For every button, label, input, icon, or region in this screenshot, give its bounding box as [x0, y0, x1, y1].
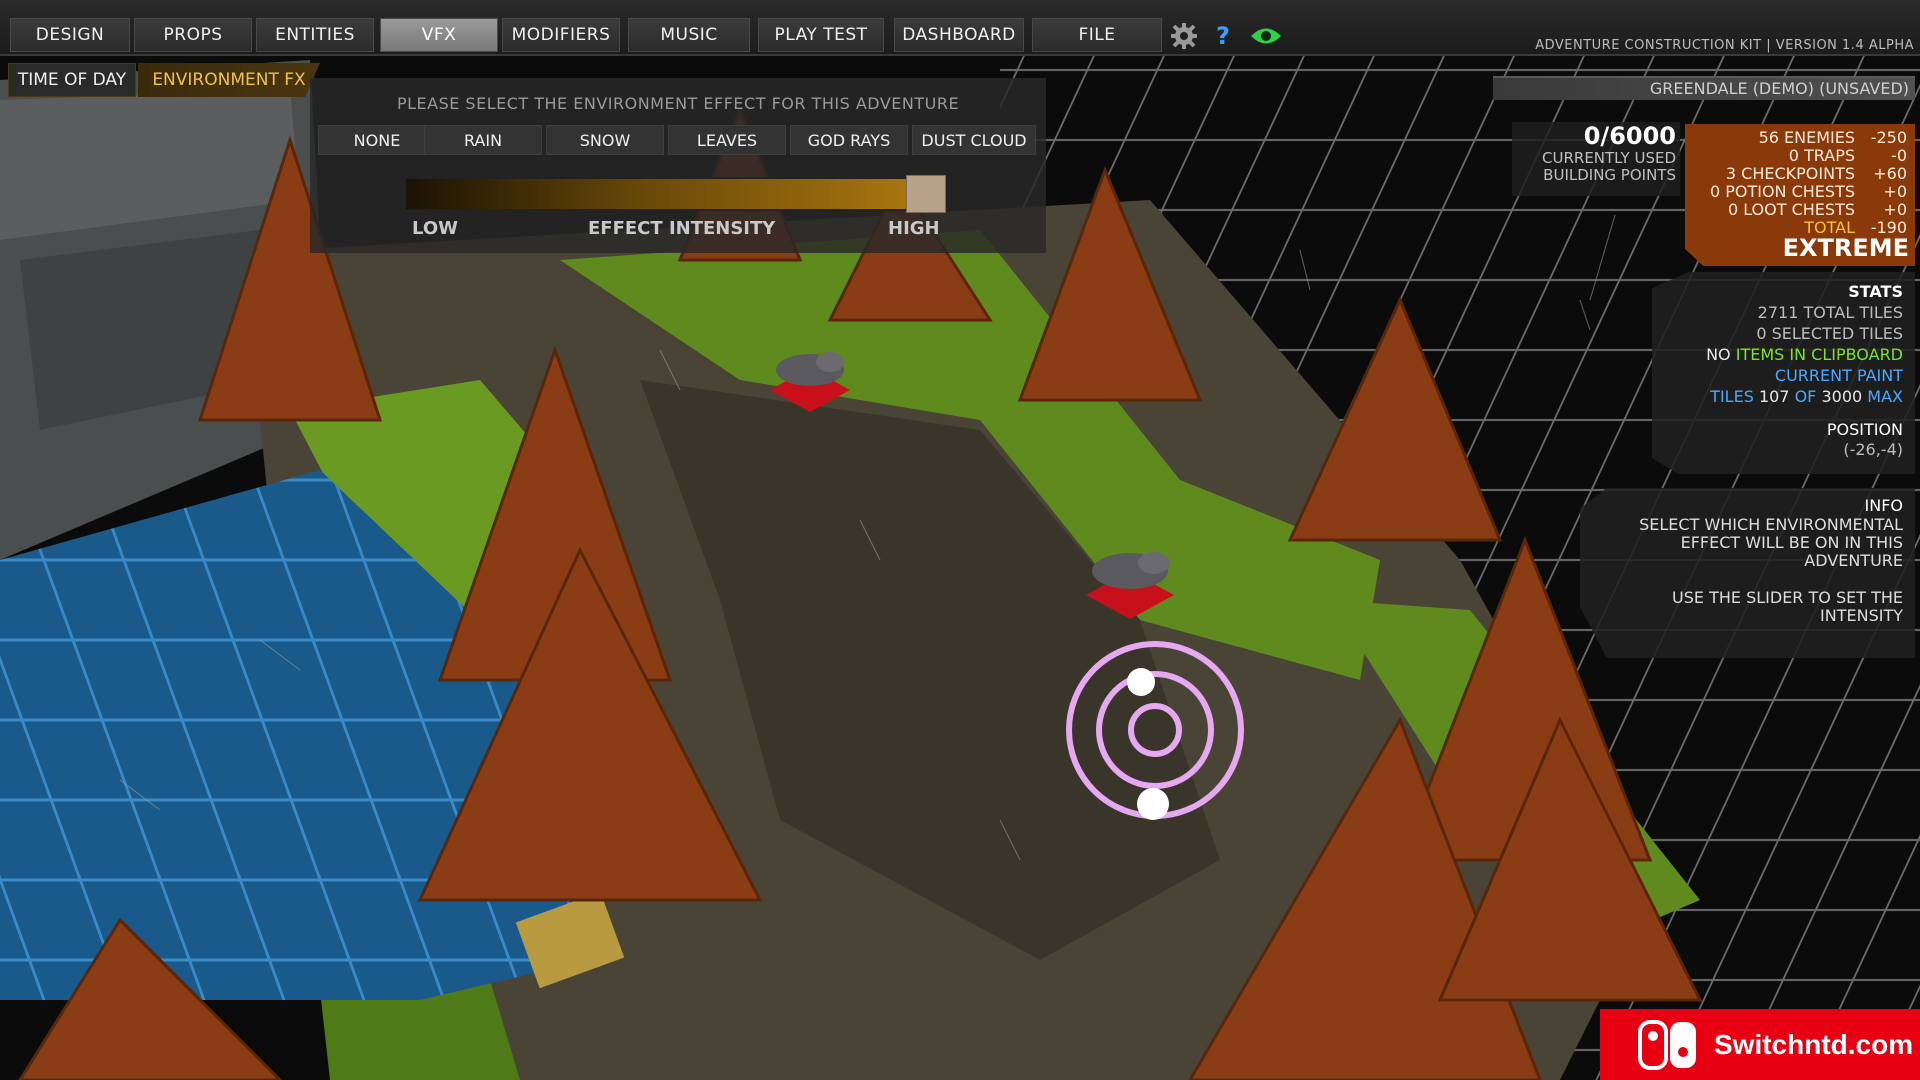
difficulty-panel: 56 ENEMIES -250 0 TRAPS -0 3 CHECKPOINTS +6…: [1685, 124, 1915, 266]
stat-selected-tiles: 0 SELECTED TILES: [1756, 324, 1903, 343]
stat-clipboard: NO ITEMS IN CLIPBOARD: [1706, 345, 1903, 364]
menu-props[interactable]: PROPS: [134, 18, 252, 52]
fx-option-leaves[interactable]: LEAVES: [668, 125, 786, 155]
switch-logo-icon: [1638, 1019, 1696, 1070]
menu-vfx[interactable]: VFX: [380, 18, 498, 52]
stats-panel: STATS 2711 TOTAL TILES 0 SELECTED TILES …: [1652, 272, 1915, 474]
fx-option-none[interactable]: NONE: [318, 125, 436, 155]
difficulty-row: 0 POTION CHESTS +0: [1709, 182, 1907, 201]
difficulty-level: EXTREME: [1782, 234, 1909, 262]
top-menu-bar: DESIGN PROPS ENTITIES VFX MODIFIERS MUSI…: [0, 0, 1920, 56]
fx-option-snow[interactable]: SNOW: [546, 125, 664, 155]
difficulty-row: 56 ENEMIES -250: [1758, 128, 1907, 147]
menu-entities[interactable]: ENTITIES: [256, 18, 374, 52]
watermark-text: Switchntd.com: [1714, 1028, 1914, 1060]
difficulty-row: 0 TRAPS -0: [1788, 146, 1907, 165]
fx-prompt: PLEASE SELECT THE ENVIRONMENT EFFECT FOR…: [396, 94, 960, 113]
info-text: ADVENTURE: [1804, 551, 1903, 570]
stat-position-value: (-26,-4): [1843, 440, 1903, 459]
points-value: 0/6000: [1583, 122, 1676, 150]
info-text: EFFECT WILL BE ON IN THIS: [1680, 533, 1903, 552]
intensity-slider-thumb[interactable]: [906, 175, 946, 213]
gear-icon[interactable]: [1168, 20, 1200, 52]
stats-title: STATS: [1848, 282, 1903, 301]
menu-file[interactable]: FILE: [1032, 18, 1162, 52]
points-caption: BUILDING POINTS: [1543, 166, 1676, 184]
building-points: 0/6000 CURRENTLY USED BUILDING POINTS: [1512, 122, 1680, 196]
menu-music[interactable]: MUSIC: [628, 18, 750, 52]
slider-low-label: LOW: [412, 218, 458, 239]
help-icon[interactable]: ?: [1207, 20, 1239, 52]
points-caption: CURRENTLY USED: [1542, 149, 1676, 167]
watermark-logo: Switchntd.com: [1600, 1009, 1920, 1080]
difficulty-row: 0 LOOT CHESTS +0: [1727, 200, 1907, 219]
difficulty-row: 3 CHECKPOINTS +60: [1725, 164, 1907, 183]
version-label: ADVENTURE CONSTRUCTION KIT | VERSION 1.4…: [1535, 38, 1914, 53]
slider-title: EFFECT INTENSITY: [588, 218, 776, 239]
tab-time-of-day[interactable]: TIME OF DAY: [8, 63, 136, 97]
stat-position-label: POSITION: [1826, 420, 1903, 439]
info-text: INTENSITY: [1820, 606, 1903, 625]
fx-option-rain[interactable]: RAIN: [424, 125, 542, 155]
menu-design[interactable]: DESIGN: [10, 18, 130, 52]
info-panel: INFO SELECT WHICH ENVIRONMENTAL EFFECT W…: [1580, 488, 1915, 658]
slider-high-label: HIGH: [888, 218, 940, 239]
menu-dashboard[interactable]: DASHBOARD: [894, 18, 1024, 52]
level-name-bar: GREENDALE (DEMO) (UNSAVED): [1493, 76, 1915, 100]
menu-play-test[interactable]: PLAY TEST: [758, 18, 884, 52]
stat-tiles-count: TILES 107 OF 3000 MAX: [1710, 387, 1903, 406]
stat-total-tiles: 2711 TOTAL TILES: [1757, 303, 1903, 322]
eye-icon[interactable]: [1246, 20, 1286, 52]
environment-fx-panel: PLEASE SELECT THE ENVIRONMENT EFFECT FOR…: [310, 78, 1046, 253]
info-text: USE THE SLIDER TO SET THE: [1672, 588, 1903, 607]
fx-option-god-rays[interactable]: GOD RAYS: [790, 125, 908, 155]
stat-current-paint: CURRENT PAINT: [1774, 366, 1903, 385]
intensity-slider-track[interactable]: [404, 177, 944, 211]
fx-option-dust-cloud[interactable]: DUST CLOUD: [912, 125, 1036, 155]
menu-modifiers[interactable]: MODIFIERS: [502, 18, 620, 52]
info-title: INFO: [1864, 496, 1903, 515]
info-text: SELECT WHICH ENVIRONMENTAL: [1639, 515, 1903, 534]
tab-environment-fx[interactable]: ENVIRONMENT FX: [138, 63, 320, 97]
